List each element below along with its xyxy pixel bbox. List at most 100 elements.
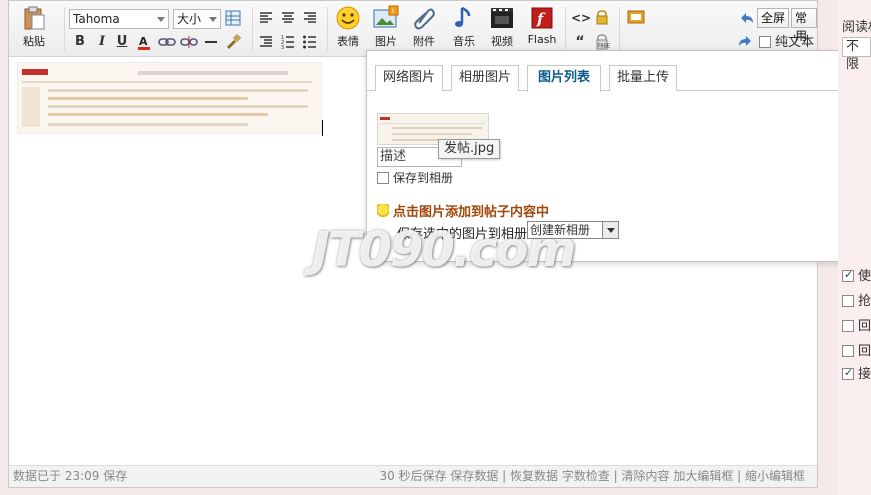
lock-icon[interactable] bbox=[594, 9, 610, 25]
video-label: 视频 bbox=[491, 35, 513, 48]
font-size-select[interactable]: 大小 bbox=[173, 9, 221, 29]
image-detail bbox=[392, 127, 482, 129]
option-label: 回 bbox=[858, 344, 871, 359]
tab-batch-upload[interactable]: 批量上传 bbox=[609, 65, 677, 91]
video-button[interactable]: 视频 bbox=[487, 5, 517, 49]
flash-icon: f bbox=[531, 7, 553, 29]
quote-button[interactable]: “ bbox=[571, 34, 589, 50]
read-permission-input[interactable]: 不限 bbox=[842, 37, 871, 72]
flash-label: Flash bbox=[527, 33, 557, 46]
undo-icon[interactable] bbox=[737, 10, 755, 26]
paste-button[interactable]: 粘贴 bbox=[21, 5, 47, 49]
read-permission-label: 阅读权 bbox=[842, 20, 871, 35]
ordered-list-icon[interactable]: 123 bbox=[280, 34, 296, 50]
lightbulb-icon bbox=[377, 204, 389, 218]
option-label: 回 bbox=[858, 319, 871, 334]
link-icon[interactable] bbox=[158, 34, 176, 50]
toolbar-divider bbox=[619, 7, 620, 51]
italic-button[interactable]: I bbox=[93, 34, 111, 50]
image-label: 图片 bbox=[375, 35, 397, 48]
music-button[interactable]: 音乐 bbox=[449, 5, 479, 49]
option-checkbox[interactable] bbox=[842, 366, 854, 380]
svg-text:FREE: FREE bbox=[598, 44, 611, 50]
font-family-value: Tahoma bbox=[73, 12, 120, 26]
option-checkbox[interactable] bbox=[842, 295, 854, 307]
toolbar-divider bbox=[327, 7, 328, 51]
align-center-icon[interactable] bbox=[280, 10, 296, 26]
image-detail bbox=[48, 123, 248, 126]
plain-text-checkbox[interactable] bbox=[759, 36, 771, 48]
emoji-button[interactable]: 表情 bbox=[333, 5, 363, 49]
post-options-panel: 阅读权 不限 使 抢 回 回 接 bbox=[838, 0, 871, 495]
common-button[interactable]: 常用 bbox=[791, 8, 817, 43]
autosave-status: 数据已于 23:09 保存 bbox=[13, 469, 128, 483]
image-detail bbox=[48, 97, 248, 100]
film-icon bbox=[491, 8, 513, 28]
filename-tooltip: 发帖.jpg bbox=[438, 139, 501, 159]
format-brush-icon[interactable] bbox=[225, 33, 243, 51]
template-icon[interactable] bbox=[627, 9, 645, 25]
svg-text:A: A bbox=[139, 35, 148, 48]
save-to-album-option[interactable]: 保存到相册 bbox=[377, 171, 453, 185]
save-to-album-checkbox[interactable] bbox=[377, 172, 389, 184]
align-right-icon[interactable] bbox=[302, 10, 318, 26]
tab-album-image[interactable]: 相册图片 bbox=[451, 65, 519, 91]
music-note-icon bbox=[455, 6, 471, 27]
image-detail bbox=[380, 117, 390, 120]
text-caret bbox=[322, 120, 323, 136]
svg-text:3: 3 bbox=[281, 45, 284, 50]
horizontal-rule-icon[interactable] bbox=[203, 34, 219, 50]
tab-image-list[interactable]: 图片列表 bbox=[527, 65, 601, 92]
option-checkbox[interactable] bbox=[842, 320, 854, 332]
code-button[interactable]: <> bbox=[571, 10, 591, 26]
option-checkbox[interactable] bbox=[842, 268, 854, 282]
option-row-4[interactable]: 回 bbox=[842, 340, 871, 359]
image-detail bbox=[138, 71, 288, 75]
option-row-3[interactable]: 回 bbox=[842, 315, 871, 334]
unordered-list-icon[interactable] bbox=[302, 34, 318, 50]
tab-web-image[interactable]: 网络图片 bbox=[375, 65, 443, 91]
option-row-5[interactable]: 接 bbox=[842, 363, 871, 382]
clipboard-icon bbox=[24, 6, 45, 30]
image-detail bbox=[22, 87, 40, 127]
insert-hint-text: 点击图片添加到帖子内容中 bbox=[393, 205, 550, 220]
align-left-icon[interactable] bbox=[258, 10, 274, 26]
option-row-1[interactable]: 使 bbox=[842, 265, 871, 284]
option-row-2[interactable]: 抢 bbox=[842, 290, 871, 309]
save-to-album-label: 保存到相册 bbox=[393, 171, 454, 185]
editor-status-bar: 数据已于 23:09 保存 30 秒后保存 保存数据 | 恢复数据 字数检查 |… bbox=[9, 465, 817, 487]
smiley-icon bbox=[336, 6, 360, 30]
font-color-icon[interactable]: A bbox=[136, 34, 152, 50]
unlink-icon[interactable] bbox=[180, 34, 198, 50]
indent-icon[interactable] bbox=[258, 34, 274, 50]
bold-button[interactable]: B bbox=[71, 34, 89, 50]
status-actions[interactable]: 30 秒后保存 保存数据 | 恢复数据 字数检查 | 清除内容 加大编辑框 | … bbox=[379, 466, 805, 487]
underline-button[interactable]: U bbox=[113, 34, 131, 50]
table-icon[interactable] bbox=[225, 10, 241, 26]
paperclip-icon bbox=[414, 8, 435, 30]
image-button[interactable]: ! 图片 bbox=[371, 5, 401, 49]
redo-icon[interactable] bbox=[737, 33, 755, 49]
editor-toolbar: 粘贴 Tahoma 大小 B I U A 123 表情 ! 图片 附件 音乐 视… bbox=[9, 1, 817, 57]
chevron-down-icon bbox=[209, 17, 217, 22]
plain-text-label: 纯文本 bbox=[775, 35, 815, 50]
image-detail bbox=[392, 133, 472, 135]
fullscreen-button[interactable]: 全屏 bbox=[757, 8, 790, 28]
image-detail bbox=[22, 81, 312, 83]
emoji-label: 表情 bbox=[337, 35, 359, 48]
option-checkbox[interactable] bbox=[842, 345, 854, 357]
flash-button[interactable]: f Flash bbox=[525, 5, 559, 46]
font-size-value: 大小 bbox=[177, 12, 202, 26]
option-label: 抢 bbox=[858, 294, 871, 309]
font-family-select[interactable]: Tahoma bbox=[69, 9, 169, 29]
image-detail bbox=[48, 89, 308, 92]
inserted-screenshot-image[interactable] bbox=[17, 62, 322, 134]
image-detail bbox=[22, 69, 48, 75]
free-lock-icon[interactable]: FREE bbox=[594, 33, 610, 51]
insert-hint: 点击图片添加到帖子内容中 bbox=[377, 201, 549, 220]
plain-text-toggle[interactable]: 纯文本 bbox=[759, 36, 814, 50]
svg-text:!: ! bbox=[392, 8, 395, 16]
option-label: 使 bbox=[858, 269, 871, 284]
chevron-down-icon[interactable] bbox=[602, 222, 618, 238]
attachment-button[interactable]: 附件 bbox=[409, 5, 439, 49]
